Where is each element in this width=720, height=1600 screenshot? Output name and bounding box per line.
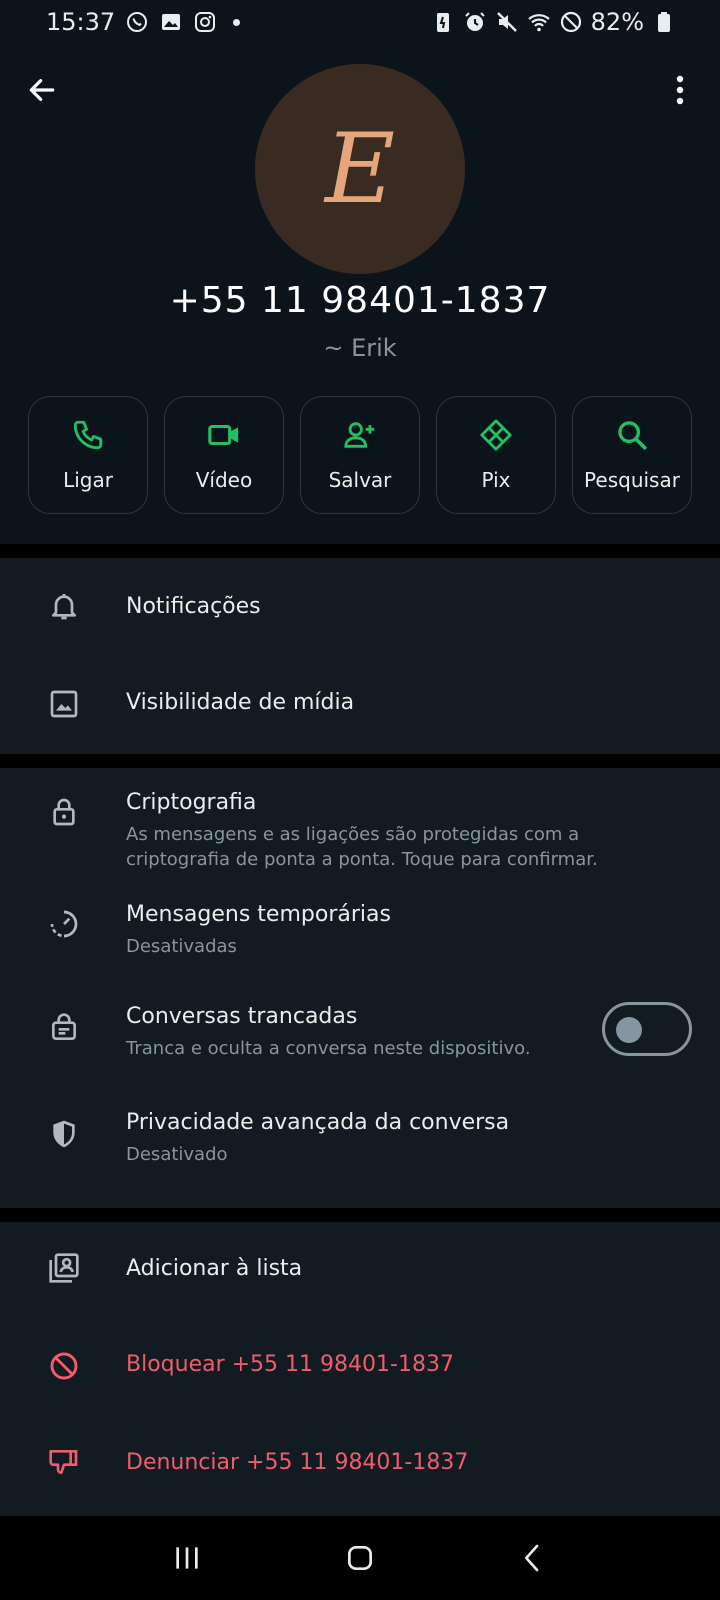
save-button[interactable]: Salvar: [300, 396, 420, 514]
recent-apps-button[interactable]: [157, 1528, 217, 1588]
add-to-list-row[interactable]: Adicionar à lista: [0, 1222, 720, 1320]
contact-list-icon: [44, 1248, 84, 1288]
pix-icon: [479, 418, 513, 456]
status-right: 82%: [431, 8, 676, 36]
section-media: Notificações Visibilidade de mídia: [0, 558, 720, 754]
recent-apps-icon: [175, 1547, 198, 1569]
locked-chats-title: Conversas trancadas: [126, 1004, 358, 1029]
video-icon: [207, 418, 241, 456]
system-nav-bar: [0, 1516, 720, 1600]
report-row[interactable]: Denunciar +55 11 98401-1837: [0, 1418, 720, 1516]
disappearing-messages-subtitle: Desativadas: [126, 936, 237, 957]
video-label: Vídeo: [195, 468, 253, 492]
mute-icon: [495, 10, 519, 34]
instagram-icon: [193, 10, 217, 34]
do-not-disturb-icon: [559, 10, 583, 34]
call-button[interactable]: Ligar: [28, 396, 148, 514]
add-contact-icon: [343, 418, 377, 456]
status-left: 15:37: [46, 8, 241, 36]
more-vert-icon: [676, 75, 684, 105]
status-time: 15:37: [46, 8, 116, 36]
back-button[interactable]: [22, 70, 62, 110]
section-divider: [0, 544, 720, 558]
section-privacy: Criptografia As mensagens e as ligações …: [0, 768, 720, 1208]
block-row[interactable]: Bloquear +55 11 98401-1837: [0, 1320, 720, 1418]
more-options-button[interactable]: [668, 70, 692, 110]
wifi-icon: [527, 10, 551, 34]
call-label: Ligar: [63, 468, 113, 492]
battery-icon: [652, 10, 676, 34]
encryption-subtitle: As mensagens e as ligações são protegida…: [126, 824, 598, 870]
pix-button[interactable]: Pix: [436, 396, 556, 514]
back-arrow-icon: [29, 79, 55, 101]
encryption-row[interactable]: Criptografia As mensagens e as ligações …: [0, 768, 720, 886]
locked-chats-subtitle: Tranca e oculta a conversa neste disposi…: [126, 1038, 531, 1059]
disappearing-messages-title: Mensagens temporárias: [126, 902, 391, 927]
notifications-row[interactable]: Notificações: [0, 558, 720, 656]
timer-icon: [44, 904, 84, 944]
home-icon: [347, 1546, 372, 1570]
pix-label: Pix: [481, 468, 511, 492]
battery-saver-icon: [431, 10, 455, 34]
contact-number: +55 11 98401-1837: [169, 280, 551, 321]
advanced-privacy-subtitle: Desativado: [126, 1144, 228, 1165]
search-button[interactable]: Pesquisar: [572, 396, 692, 514]
locked-chats-row[interactable]: Conversas trancadas Tranca e oculta a co…: [0, 988, 720, 1092]
report-title: Denunciar +55 11 98401-1837: [126, 1450, 469, 1475]
image-icon: [44, 684, 84, 724]
notifications-title: Notificações: [126, 594, 261, 619]
gallery-icon: [159, 10, 183, 34]
action-buttons: Ligar Vídeo Salvar Pix Pesquisar: [28, 396, 692, 514]
notification-dot-icon: [233, 18, 241, 26]
phone-icon: [71, 418, 105, 456]
contact-avatar[interactable]: E: [255, 64, 465, 274]
status-bar: 15:37 82%: [0, 0, 720, 44]
add-to-list-title: Adicionar à lista: [126, 1256, 303, 1281]
contact-name: ~ Erik: [323, 334, 397, 362]
home-button[interactable]: [330, 1528, 390, 1588]
encryption-title: Criptografia: [126, 790, 257, 815]
block-title: Bloquear +55 11 98401-1837: [126, 1352, 454, 1377]
section-actions: Adicionar à lista Bloquear +55 11 98401-…: [0, 1222, 720, 1516]
save-label: Salvar: [328, 468, 392, 492]
media-visibility-title: Visibilidade de mídia: [126, 690, 355, 715]
battery-percent: 82%: [590, 8, 644, 36]
thumbs-down-icon: [44, 1442, 84, 1482]
disappearing-messages-row[interactable]: Mensagens temporárias Desativadas: [0, 886, 720, 988]
whatsapp-icon: [125, 10, 149, 34]
locked-chat-icon: [44, 1008, 84, 1048]
section-divider: [0, 1208, 720, 1222]
locked-chats-toggle[interactable]: [602, 1002, 692, 1056]
media-visibility-row[interactable]: Visibilidade de mídia: [0, 656, 720, 754]
alarm-icon: [463, 10, 487, 34]
advanced-privacy-title: Privacidade avançada da conversa: [126, 1110, 510, 1135]
contact-header: E +55 11 98401-1837 ~ Erik Ligar Vídeo S…: [0, 44, 720, 544]
search-icon: [615, 418, 649, 456]
toggle-knob: [616, 1017, 642, 1043]
avatar-letter: E: [324, 113, 396, 225]
section-divider: [0, 754, 720, 768]
back-nav-button[interactable]: [503, 1528, 563, 1588]
bell-icon: [44, 586, 84, 626]
block-icon: [44, 1346, 84, 1386]
advanced-privacy-row[interactable]: Privacidade avançada da conversa Desativ…: [0, 1092, 720, 1208]
search-label: Pesquisar: [584, 468, 680, 492]
lock-icon: [44, 792, 84, 832]
shield-icon: [44, 1114, 84, 1154]
chevron-left-icon: [525, 1544, 539, 1572]
video-button[interactable]: Vídeo: [164, 396, 284, 514]
